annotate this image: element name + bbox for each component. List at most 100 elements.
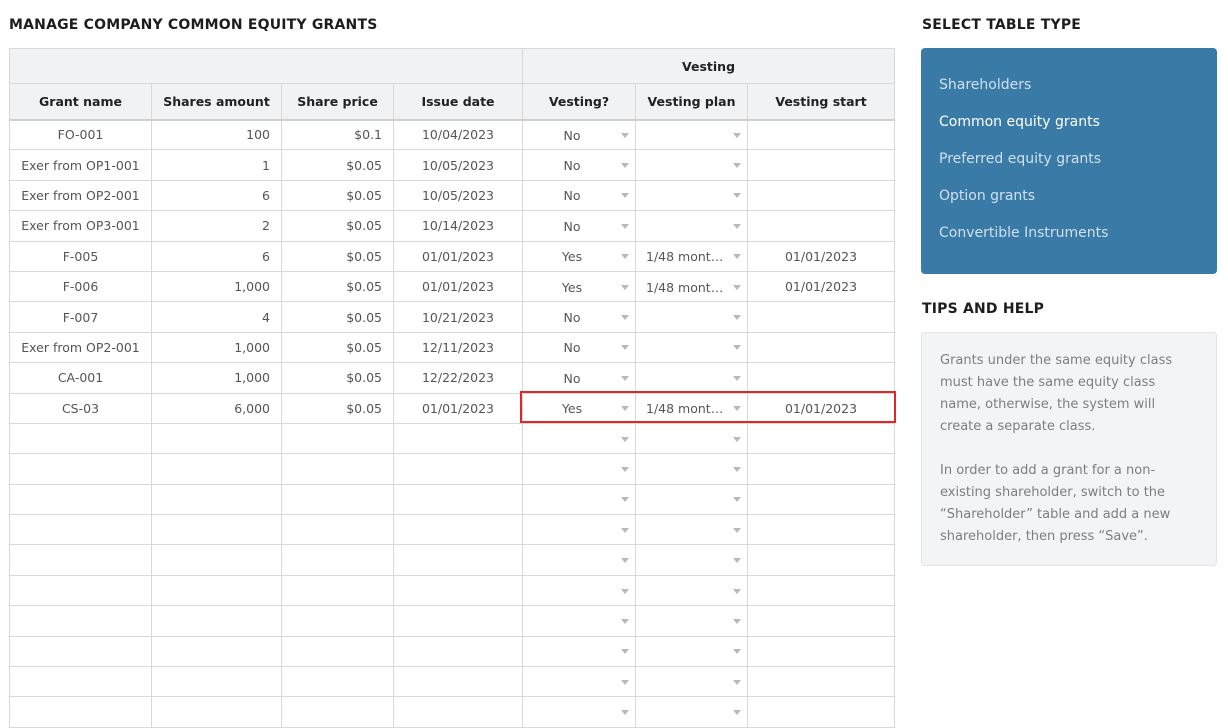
vesting-start-cell[interactable] [746, 483, 896, 516]
shares-amount-cell[interactable]: 6,000 [151, 392, 282, 424]
issue-date-cell[interactable] [393, 483, 523, 516]
shares-amount-cell[interactable] [151, 453, 282, 485]
shares-amount-cell[interactable]: 1,000 [151, 270, 282, 303]
vesting-select[interactable]: No [522, 149, 636, 181]
caret-down-icon[interactable] [621, 710, 629, 716]
vesting-start-cell[interactable] [746, 605, 896, 637]
share-price-cell[interactable]: $0.05 [281, 362, 394, 394]
caret-down-icon[interactable] [621, 254, 629, 260]
vesting-select[interactable]: Yes [522, 392, 636, 424]
grant-name-cell[interactable]: F-006 [9, 270, 152, 303]
share-price-cell[interactable]: $0.05 [281, 240, 394, 272]
caret-down-icon[interactable] [621, 193, 629, 199]
caret-down-icon[interactable] [733, 315, 741, 321]
caret-down-icon[interactable] [733, 284, 741, 290]
vesting-start-cell[interactable]: 01/01/2023 [746, 270, 896, 303]
vesting-plan-select[interactable]: 1/48 month... [635, 240, 748, 272]
share-price-cell[interactable]: $0.05 [281, 392, 394, 424]
issue-date-cell[interactable] [393, 666, 523, 698]
share-price-cell[interactable]: $0.05 [281, 149, 394, 181]
vesting-plan-select[interactable]: 1/48 month... [635, 392, 748, 424]
shares-amount-cell[interactable] [151, 483, 282, 516]
caret-down-icon[interactable] [733, 436, 741, 442]
vesting-plan-select[interactable] [635, 210, 748, 242]
issue-date-cell[interactable] [393, 574, 523, 607]
vesting-start-cell[interactable] [746, 574, 896, 607]
vesting-start-cell[interactable] [746, 179, 896, 212]
vesting-plan-select[interactable] [635, 666, 748, 698]
shares-amount-cell[interactable] [151, 666, 282, 698]
vesting-start-cell[interactable] [746, 210, 896, 242]
vesting-plan-select[interactable] [635, 453, 748, 485]
table-type-common-equity-grants[interactable]: Common equity grants [939, 107, 1217, 144]
vesting-start-cell[interactable] [746, 453, 896, 485]
grant-name-cell[interactable] [9, 483, 152, 516]
vesting-start-cell[interactable] [746, 635, 896, 668]
vesting-select[interactable]: No [522, 210, 636, 242]
vesting-select[interactable]: No [522, 179, 636, 212]
share-price-cell[interactable]: $0.05 [281, 179, 394, 212]
issue-date-cell[interactable] [393, 544, 523, 576]
caret-down-icon[interactable] [621, 679, 629, 685]
vesting-start-cell[interactable] [746, 696, 896, 728]
shares-amount-cell[interactable]: 4 [151, 301, 282, 333]
issue-date-cell[interactable] [393, 696, 523, 728]
vesting-select[interactable] [522, 666, 636, 698]
grant-name-cell[interactable]: Exer from OP2-001 [9, 179, 152, 212]
vesting-start-cell[interactable]: 01/01/2023 [746, 392, 896, 424]
table-type-option-grants[interactable]: Option grants [939, 181, 1217, 218]
caret-down-icon[interactable] [621, 588, 629, 594]
share-price-cell[interactable] [281, 422, 394, 455]
vesting-plan-select[interactable]: 1/48 month... [635, 270, 748, 303]
vesting-start-cell[interactable] [746, 301, 896, 333]
grant-name-cell[interactable]: CS-03 [9, 392, 152, 424]
vesting-plan-select[interactable] [635, 301, 748, 333]
caret-down-icon[interactable] [733, 132, 741, 138]
issue-date-cell[interactable]: 10/14/2023 [393, 210, 523, 242]
grant-name-cell[interactable]: Exer from OP3-001 [9, 210, 152, 242]
issue-date-cell[interactable]: 12/22/2023 [393, 362, 523, 394]
vesting-start-cell[interactable] [746, 514, 896, 546]
share-price-cell[interactable]: $0.05 [281, 270, 394, 303]
vesting-select[interactable] [522, 574, 636, 607]
vesting-select[interactable] [522, 605, 636, 637]
grant-name-cell[interactable] [9, 574, 152, 607]
share-price-cell[interactable] [281, 453, 394, 485]
caret-down-icon[interactable] [733, 710, 741, 716]
caret-down-icon[interactable] [621, 223, 629, 229]
share-price-cell[interactable] [281, 635, 394, 668]
share-price-cell[interactable] [281, 696, 394, 728]
grant-name-cell[interactable]: Exer from OP2-001 [9, 331, 152, 364]
vesting-plan-select[interactable] [635, 635, 748, 668]
vesting-select[interactable]: No [522, 331, 636, 364]
shares-amount-cell[interactable] [151, 514, 282, 546]
vesting-plan-select[interactable] [635, 544, 748, 576]
caret-down-icon[interactable] [621, 132, 629, 138]
caret-down-icon[interactable] [733, 679, 741, 685]
vesting-select[interactable] [522, 514, 636, 546]
shares-amount-cell[interactable] [151, 605, 282, 637]
caret-down-icon[interactable] [621, 466, 629, 472]
share-price-cell[interactable] [281, 605, 394, 637]
caret-down-icon[interactable] [621, 315, 629, 321]
caret-down-icon[interactable] [733, 558, 741, 564]
grant-name-cell[interactable]: F-007 [9, 301, 152, 333]
vesting-start-cell[interactable] [746, 331, 896, 364]
vesting-plan-select[interactable] [635, 574, 748, 607]
caret-down-icon[interactable] [621, 497, 629, 503]
caret-down-icon[interactable] [621, 163, 629, 169]
issue-date-cell[interactable]: 10/05/2023 [393, 149, 523, 181]
vesting-plan-select[interactable] [635, 179, 748, 212]
vesting-select[interactable]: No [522, 301, 636, 333]
vesting-select[interactable] [522, 483, 636, 516]
vesting-select[interactable]: No [522, 118, 636, 151]
issue-date-cell[interactable]: 12/11/2023 [393, 331, 523, 364]
share-price-cell[interactable] [281, 544, 394, 576]
caret-down-icon[interactable] [621, 436, 629, 442]
shares-amount-cell[interactable] [151, 696, 282, 728]
vesting-plan-select[interactable] [635, 331, 748, 364]
shares-amount-cell[interactable]: 1 [151, 149, 282, 181]
vesting-select[interactable] [522, 696, 636, 728]
share-price-cell[interactable]: $0.05 [281, 331, 394, 364]
vesting-plan-select[interactable] [635, 696, 748, 728]
